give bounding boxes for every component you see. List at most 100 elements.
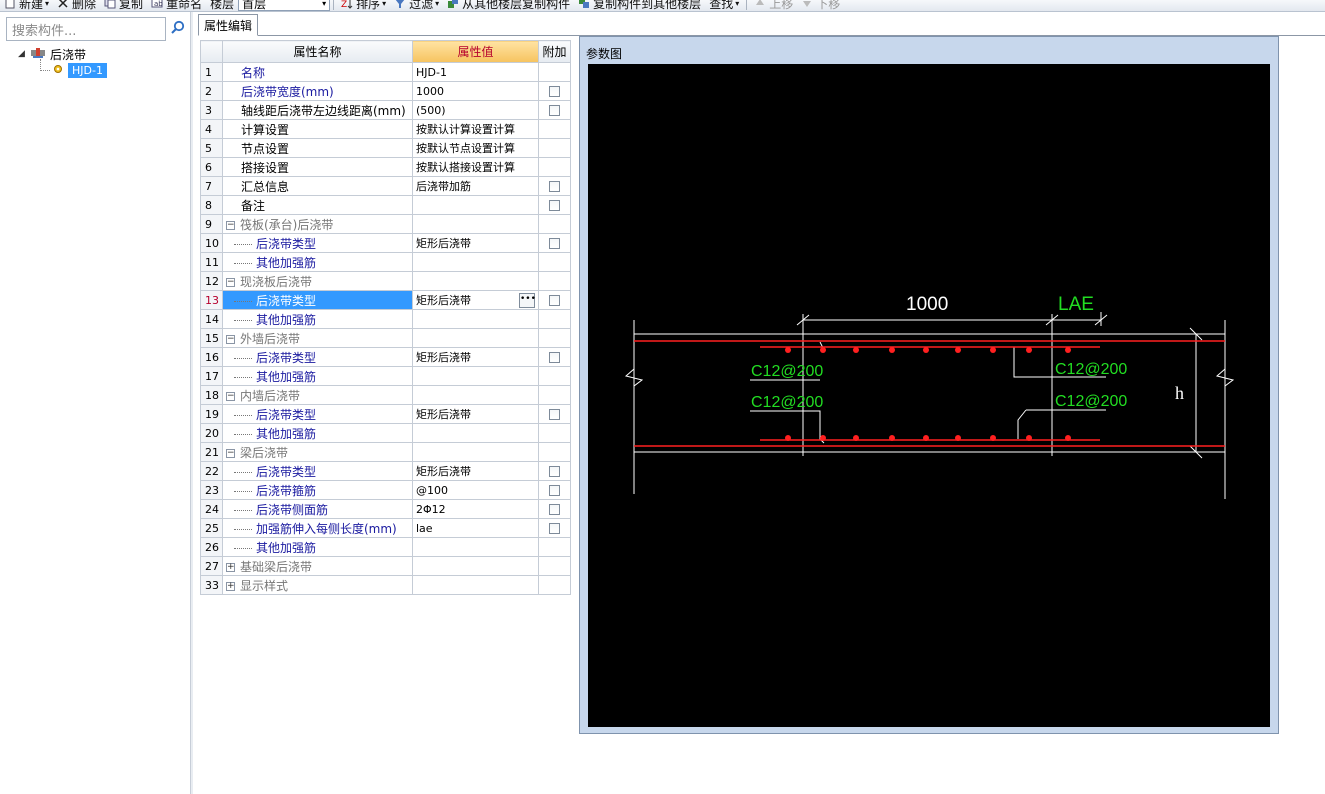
floor-select[interactable]: 首层 ▾: [238, 0, 331, 11]
property-row[interactable]: 7 汇总信息 后浇带加筋: [200, 176, 571, 196]
property-row[interactable]: 10 后浇带类型 矩形后浇带: [200, 233, 571, 253]
property-row[interactable]: 16 后浇带类型 矩形后浇带: [200, 347, 571, 367]
property-row[interactable]: 33 + 显示样式: [200, 575, 571, 595]
expand-icon[interactable]: +: [226, 581, 235, 591]
property-row[interactable]: 3 轴线距后浇带左边线距离(mm) (500): [200, 100, 571, 120]
property-row[interactable]: 8 备注: [200, 195, 571, 215]
extra-cell[interactable]: [538, 176, 571, 196]
property-row[interactable]: 15− 外墙后浇带: [200, 328, 571, 348]
property-name-cell[interactable]: − 现浇板后浇带: [222, 271, 413, 291]
property-name-cell[interactable]: 后浇带箍筋: [222, 480, 413, 500]
extra-checkbox[interactable]: [549, 466, 560, 477]
property-row[interactable]: 23 后浇带箍筋 @100: [200, 480, 571, 500]
property-value-cell[interactable]: 矩形后浇带: [412, 233, 539, 253]
column-header-extra[interactable]: 附加: [538, 40, 571, 63]
property-value-cell[interactable]: (500): [412, 100, 539, 120]
property-value-cell[interactable]: 矩形后浇带: [412, 347, 539, 367]
property-value-cell[interactable]: HJD-1: [412, 62, 539, 82]
property-value-cell[interactable]: [412, 366, 539, 386]
property-value-cell[interactable]: [412, 442, 539, 462]
move-up-button[interactable]: 上移: [750, 0, 797, 11]
extra-checkbox[interactable]: [549, 485, 560, 496]
find-button[interactable]: 查找 ▾: [705, 0, 743, 11]
property-name-cell[interactable]: 备注: [222, 195, 413, 215]
property-name-cell[interactable]: 搭接设置: [222, 157, 413, 177]
sort-button[interactable]: Z 排序 ▾: [337, 0, 390, 11]
extra-cell[interactable]: [538, 100, 571, 120]
collapse-icon[interactable]: −: [226, 334, 235, 344]
property-name-cell[interactable]: 其他加强筋: [222, 309, 413, 329]
rename-button[interactable]: ab 重命名: [147, 0, 206, 11]
property-row[interactable]: 20 其他加强筋: [200, 423, 571, 443]
property-name-cell[interactable]: 后浇带类型: [222, 347, 413, 367]
property-value-cell[interactable]: 按默认计算设置计算: [412, 119, 539, 139]
extra-cell[interactable]: [538, 404, 571, 424]
collapse-icon[interactable]: −: [226, 391, 235, 401]
tab-attribute-edit[interactable]: 属性编辑: [198, 14, 258, 36]
property-row[interactable]: 2 后浇带宽度(mm) 1000: [200, 81, 571, 101]
property-value-cell[interactable]: [412, 537, 539, 557]
property-name-cell[interactable]: 后浇带类型: [222, 461, 413, 481]
property-value-cell[interactable]: [412, 252, 539, 272]
property-value-cell[interactable]: ••• 矩形后浇带: [412, 290, 539, 310]
property-value-cell[interactable]: [412, 271, 539, 291]
extra-checkbox[interactable]: [549, 200, 560, 211]
property-name-cell[interactable]: 加强筋伸入每侧长度(mm): [222, 518, 413, 538]
move-down-button[interactable]: 下移: [797, 0, 844, 11]
property-name-cell[interactable]: 后浇带类型: [222, 404, 413, 424]
extra-cell[interactable]: [538, 195, 571, 215]
property-value-cell[interactable]: [412, 195, 539, 215]
extra-checkbox[interactable]: [549, 504, 560, 515]
property-value-cell[interactable]: [412, 309, 539, 329]
property-name-cell[interactable]: 其他加强筋: [222, 423, 413, 443]
property-name-cell[interactable]: 汇总信息: [222, 176, 413, 196]
extra-checkbox[interactable]: [549, 352, 560, 363]
property-name-cell[interactable]: − 梁后浇带: [222, 442, 413, 462]
new-button[interactable]: 新建 ▾: [0, 0, 53, 11]
property-row[interactable]: 27 + 基础梁后浇带: [200, 556, 571, 576]
property-name-cell[interactable]: 节点设置: [222, 138, 413, 158]
tree-collapse-icon[interactable]: ◢: [18, 49, 28, 59]
property-value-cell[interactable]: 按默认节点设置计算: [412, 138, 539, 158]
property-row[interactable]: 12− 现浇板后浇带: [200, 271, 571, 291]
search-button[interactable]: [168, 19, 188, 39]
ellipsis-button[interactable]: •••: [519, 293, 536, 308]
extra-checkbox[interactable]: [549, 86, 560, 97]
property-value-cell[interactable]: [412, 556, 539, 576]
property-row[interactable]: 14 其他加强筋: [200, 309, 571, 329]
property-name-cell[interactable]: 后浇带类型: [222, 290, 413, 310]
extra-cell[interactable]: [538, 290, 571, 310]
property-name-cell[interactable]: − 外墙后浇带: [222, 328, 413, 348]
collapse-icon[interactable]: −: [226, 277, 235, 287]
property-row[interactable]: 5 节点设置 按默认节点设置计算: [200, 138, 571, 158]
extra-cell[interactable]: [538, 480, 571, 500]
property-row[interactable]: 17 其他加强筋: [200, 366, 571, 386]
property-value-cell[interactable]: 2Φ12: [412, 499, 539, 519]
expand-icon[interactable]: +: [226, 562, 235, 572]
property-row[interactable]: 9− 筏板(承台)后浇带: [200, 214, 571, 234]
copy-button[interactable]: 复制: [100, 0, 147, 11]
property-row[interactable]: 1 名称 HJD-1: [200, 62, 571, 82]
extra-checkbox[interactable]: [549, 238, 560, 249]
search-input[interactable]: 搜索构件...: [6, 17, 166, 41]
property-value-cell[interactable]: 矩形后浇带: [412, 404, 539, 424]
property-value-cell[interactable]: [412, 214, 539, 234]
property-name-cell[interactable]: 其他加强筋: [222, 537, 413, 557]
property-name-cell[interactable]: 其他加强筋: [222, 366, 413, 386]
property-row[interactable]: 13 后浇带类型 ••• 矩形后浇带: [200, 290, 571, 310]
collapse-icon[interactable]: −: [226, 220, 235, 230]
property-value-cell[interactable]: 后浇带加筋: [412, 176, 539, 196]
extra-cell[interactable]: [538, 81, 571, 101]
property-name-cell[interactable]: + 显示样式: [222, 575, 413, 595]
filter-button[interactable]: 过滤 ▾: [390, 0, 443, 11]
extra-cell[interactable]: [538, 461, 571, 481]
property-row[interactable]: 19 后浇带类型 矩形后浇带: [200, 404, 571, 424]
property-name-cell[interactable]: 后浇带类型: [222, 233, 413, 253]
copy-to-floor-button[interactable]: 复制构件到其他楼层: [574, 0, 705, 11]
tree-node-hjd-1[interactable]: HJD-1: [52, 62, 107, 78]
extra-cell[interactable]: [538, 518, 571, 538]
extra-checkbox[interactable]: [549, 295, 560, 306]
property-name-cell[interactable]: 名称: [222, 62, 413, 82]
property-value-cell[interactable]: 按默认搭接设置计算: [412, 157, 539, 177]
property-name-cell[interactable]: − 内墙后浇带: [222, 385, 413, 405]
